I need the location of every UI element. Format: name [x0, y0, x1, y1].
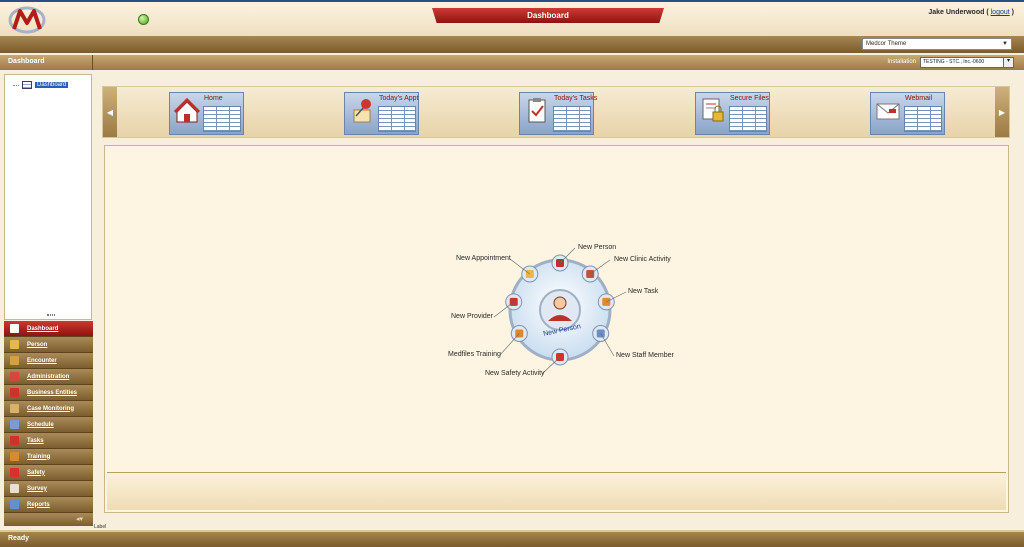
nav-item-case-monitoring[interactable]: Case Monitoring: [4, 401, 93, 417]
status-text: Ready: [8, 535, 30, 542]
new-staff-member-icon: [596, 329, 605, 338]
person-icon: [10, 340, 19, 349]
nav-item-survey[interactable]: Survey: [4, 481, 93, 497]
nav-item-encounter[interactable]: Encounter: [4, 353, 93, 369]
main-nav: Dashboard Person Encounter Administration Bu…: [4, 321, 93, 526]
tree-item-dashboard[interactable]: Dashboard: [13, 81, 69, 89]
tile-grid-preview: [378, 106, 416, 132]
nav-item-dashboard[interactable]: Dashboard: [4, 321, 93, 337]
nav-item-tasks[interactable]: Tasks: [4, 433, 93, 449]
carousel-next-button[interactable]: ▶: [995, 87, 1009, 137]
encounter-icon: [10, 356, 19, 365]
training-icon: [10, 452, 19, 461]
shortcut-carousel: ◀ ▶ Home Today's Appt Today's Tasks Secure …: [102, 86, 1010, 138]
status-bar: Ready: [0, 530, 1024, 547]
schedule-icon: [10, 420, 19, 429]
chevron-down-icon: ▼: [1002, 41, 1008, 47]
nav-item-administration[interactable]: Administration: [4, 369, 93, 385]
tile-grid-preview: [904, 106, 942, 132]
quick-add-label-new-clinic-activity[interactable]: New Clinic Activity: [614, 256, 671, 263]
tile-grid-preview: [553, 106, 591, 132]
divider: [92, 55, 93, 70]
medcor-logo-icon: [8, 6, 46, 34]
lock-file-icon: [702, 98, 724, 122]
quick-add-label-new-staff-member[interactable]: New Staff Member: [616, 352, 674, 359]
leader-line: [499, 333, 520, 356]
administration-icon: [10, 372, 19, 381]
dashboard-icon: [10, 324, 19, 333]
tile-webmail[interactable]: Webmail: [870, 92, 945, 135]
clipboard-check-icon: [528, 98, 546, 123]
quick-add-label-new-person[interactable]: New Person: [578, 244, 616, 251]
quick-add-label-new-provider[interactable]: New Provider: [451, 313, 493, 320]
new-clinic-activity-icon: [586, 269, 595, 278]
nav-item-training[interactable]: Training: [4, 449, 93, 465]
app-header: Dashboard Jake Underwood ( logout ): [0, 0, 1024, 36]
resize-grip-icon[interactable]: [47, 314, 55, 316]
nav-item-business-entities[interactable]: Business Entities: [4, 385, 93, 401]
quick-add-menu: New Person New Person New Clinic Activity…: [430, 235, 690, 385]
online-status-icon: [138, 14, 149, 25]
page-title: Dashboard: [432, 8, 664, 23]
collapse-arrows-icon[interactable]: ◂▾: [76, 515, 83, 523]
user-name: Jake Underwood: [928, 9, 985, 16]
logout-link[interactable]: logout: [991, 9, 1010, 16]
nav-item-person[interactable]: Person: [4, 337, 93, 353]
reports-icon: [10, 500, 19, 509]
dashboard-icon: [22, 81, 32, 89]
new-task-icon: [602, 297, 611, 306]
tile-home[interactable]: Home: [169, 92, 244, 135]
home-icon: [173, 97, 201, 123]
new-appointment-icon: [525, 269, 534, 278]
tile-today-s-appt[interactable]: Today's Appt: [344, 92, 419, 135]
tasks-icon: [10, 436, 19, 445]
theme-bar: Medcor Theme ▼: [0, 36, 1024, 53]
survey-icon: [10, 484, 19, 493]
user-area: Jake Underwood ( logout ): [928, 9, 1014, 16]
nav-item-schedule[interactable]: Schedule: [4, 417, 93, 433]
quick-add-label-new-task[interactable]: New Task: [628, 288, 658, 295]
quick-add-label-new-appointment[interactable]: New Appointment: [456, 255, 511, 262]
nav-item-safety[interactable]: Safety: [4, 465, 93, 481]
tree-panel: Dashboard: [4, 74, 92, 320]
nav-item-reports[interactable]: Reports: [4, 497, 93, 513]
envelope-icon: [876, 103, 900, 120]
installation-select[interactable]: TESTING - STC., Inc.-0600 ▾: [920, 57, 1014, 68]
installation-label: Installation: [887, 59, 916, 65]
new-provider-icon: [509, 297, 518, 306]
quick-add-label-medfiles-training[interactable]: Medfiles Training: [448, 351, 501, 358]
tile-secure-files[interactable]: Secure Files: [695, 92, 770, 135]
safety-icon: [10, 468, 19, 477]
carousel-prev-button[interactable]: ◀: [103, 87, 117, 137]
chevron-down-icon[interactable]: ▾: [1003, 58, 1013, 67]
tile-today-s-tasks[interactable]: Today's Tasks: [519, 92, 597, 135]
section-title: Dashboard: [8, 58, 45, 65]
theme-select[interactable]: Medcor Theme ▼: [862, 38, 1012, 50]
nav-footer: ◂▾: [4, 513, 93, 526]
quick-add-label-new-safety-activity[interactable]: New Safety Activity: [485, 370, 545, 377]
case-monitoring-icon: [10, 404, 19, 413]
pushpin-icon: [353, 99, 371, 123]
content-footer-band: [107, 472, 1006, 510]
tile-grid-preview: [203, 106, 241, 132]
business-entities-icon: [10, 388, 19, 397]
tile-grid-preview: [729, 106, 767, 132]
section-bar: Dashboard Installation TESTING - STC., I…: [0, 55, 1024, 70]
